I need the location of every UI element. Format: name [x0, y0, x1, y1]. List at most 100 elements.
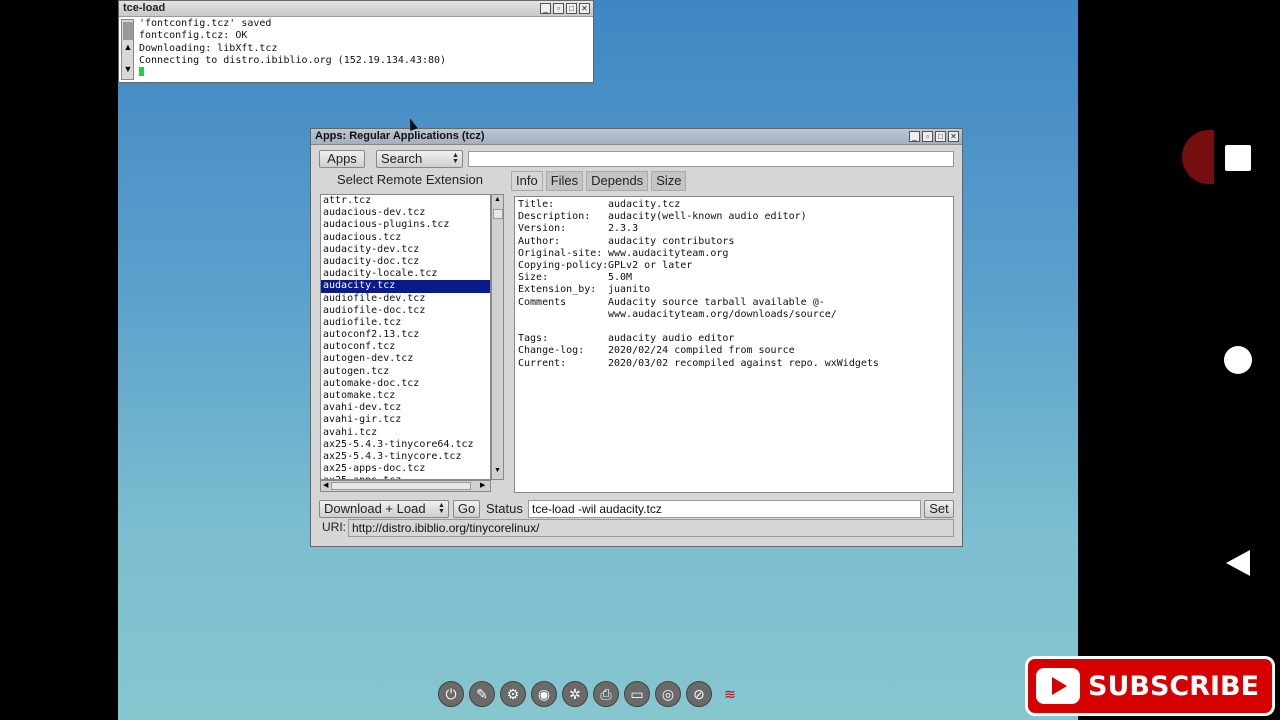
recents-icon[interactable] [1225, 145, 1251, 171]
terminal-scroll-thumb[interactable] [123, 22, 133, 40]
brush-icon[interactable]: ✎ [469, 681, 495, 707]
home-icon[interactable] [1224, 346, 1252, 374]
scroll-down-icon[interactable]: ▼ [492, 467, 503, 474]
list-heading: Select Remote Extension [337, 172, 483, 187]
info-value: juanito [608, 284, 651, 296]
apps-menu-button[interactable]: Apps [319, 150, 365, 168]
list-vertical-scrollbar[interactable]: ▲ ▼ [491, 194, 504, 480]
list-item[interactable]: audacious-plugins.tcz [321, 219, 490, 231]
list-item[interactable]: autoconf.tcz [321, 341, 490, 353]
terminal-icon[interactable]: ▭ [624, 681, 650, 707]
info-key: Tags: [518, 333, 549, 345]
scroll-down-icon[interactable]: ▼ [123, 64, 133, 74]
apps-icon[interactable]: ◉ [531, 681, 557, 707]
search-mode-select[interactable]: Search ▲ ▼ [376, 150, 463, 168]
list-item[interactable]: audacious-dev.tcz [321, 207, 490, 219]
list-item[interactable]: audacity-doc.tcz [321, 256, 490, 268]
info-row: Author: audacity contributors [518, 236, 734, 248]
terminal-titlebar[interactable]: tce-load _ ▫ □ ✕ [119, 1, 593, 17]
list-scroll-thumb[interactable] [493, 209, 503, 219]
apps-window-title: Apps: Regular Applications (tcz) [315, 130, 485, 142]
set-button[interactable]: Set [924, 500, 954, 518]
go-button[interactable]: Go [453, 500, 480, 518]
info-row: Size: 5.0M [518, 272, 632, 284]
list-item[interactable]: avahi-gir.tcz [321, 414, 490, 426]
search-input[interactable] [468, 151, 954, 167]
info-row: Original-site: www.audacityteam.org [518, 248, 728, 260]
list-item[interactable]: avahi.tcz [321, 427, 490, 439]
control-panel-icon[interactable]: ⚙ [500, 681, 526, 707]
terminal-line: 'fontconfig.tcz' saved [139, 18, 272, 29]
apps-titlebar[interactable]: Apps: Regular Applications (tcz) _ ▫ □ ✕ [311, 129, 962, 145]
terminal-scrollbar[interactable]: ▲ ▼ [121, 19, 134, 80]
mount-icon[interactable]: ⊘ [686, 681, 712, 707]
list-item[interactable]: audacity-dev.tcz [321, 244, 490, 256]
info-row: Extension_by: juanito [518, 284, 650, 296]
info-value: Audacity source tarball available @- [608, 296, 825, 308]
list-item[interactable]: automake.tcz [321, 390, 490, 402]
maximize-icon[interactable]: □ [935, 131, 946, 142]
maximize-icon[interactable]: □ [566, 3, 577, 14]
mode-select[interactable]: Download + Load ▲ ▼ [319, 500, 449, 518]
scroll-up-icon[interactable]: ▲ [123, 42, 133, 52]
minimize-icon[interactable]: _ [909, 131, 920, 142]
tab-size[interactable]: Size [651, 171, 687, 191]
list-item[interactable]: automake-doc.tcz [321, 378, 490, 390]
run-icon[interactable]: ✲ [562, 681, 588, 707]
wbar-dock: ⏻ ✎ ⚙ ◉ ✲ ⎙ ▭ ◎ ⊘ ≋ [438, 681, 743, 713]
terminal-output[interactable]: 'fontconfig.tcz' saved fontconfig.tcz: OK… [139, 18, 446, 79]
extension-list[interactable]: attr.tcz audacious-dev.tcz audacious-plugi… [320, 194, 491, 480]
close-icon[interactable]: ✕ [948, 131, 959, 142]
ezremaster-icon[interactable]: ◎ [655, 681, 681, 707]
info-key: Title: [518, 199, 555, 210]
status-field[interactable]: tce-load -wil audacity.tcz [528, 500, 921, 518]
tab-depends[interactable]: Depends [586, 171, 649, 191]
info-key: Change-log: [518, 345, 585, 357]
list-item[interactable]: ax25-5.4.3-tinycore.tcz [321, 451, 490, 463]
terminal-window: tce-load _ ▫ □ ✕ ▲ ▼ 'fontconfig.tcz' sa… [118, 0, 594, 83]
youtube-play-icon [1036, 668, 1080, 704]
wifi-icon[interactable]: ≋ [717, 681, 743, 707]
list-item[interactable]: audacity-locale.tcz [321, 268, 490, 280]
subscribe-banner[interactable]: SUBSCRIBE [1025, 656, 1275, 716]
uri-field[interactable]: http://distro.ibiblio.org/tinycorelinux/ [348, 519, 954, 537]
list-item[interactable]: audiofile-dev.tcz [321, 293, 490, 305]
tab-files[interactable]: Files [545, 171, 584, 191]
info-value: 2020/02/24 compiled from source [608, 345, 795, 357]
info-value: audacity audio editor [608, 333, 735, 345]
list-item[interactable]: attr.tcz [321, 195, 490, 207]
printer-icon[interactable]: ⎙ [593, 681, 619, 707]
list-item[interactable]: ax25-apps-doc.tcz [321, 463, 490, 475]
list-horizontal-scrollbar[interactable]: ◀ ▶ [320, 480, 491, 492]
terminal-line: Connecting to distro.ibiblio.org (152.19… [139, 54, 447, 66]
minimize-icon[interactable]: _ [540, 3, 551, 14]
back-icon[interactable] [1226, 550, 1250, 576]
scroll-up-icon[interactable]: ▲ [492, 196, 503, 203]
list-item[interactable]: audiofile.tcz [321, 317, 490, 329]
record-indicator-icon [1182, 130, 1214, 184]
list-hscroll-thumb[interactable] [331, 482, 471, 490]
list-item[interactable]: ax25-5.4.3-tinycore64.tcz [321, 439, 490, 451]
list-item[interactable]: avahi-dev.tcz [321, 402, 490, 414]
info-panel[interactable]: Title: audacity.tcz Description: audacity(w… [514, 196, 954, 493]
restore-icon[interactable]: ▫ [922, 131, 933, 142]
list-item[interactable]: audacity.tcz [321, 280, 490, 293]
info-key: Comments [518, 296, 567, 308]
list-item[interactable]: autogen.tcz [321, 366, 490, 378]
list-item[interactable]: autogen-dev.tcz [321, 353, 490, 365]
info-key: Version: [518, 223, 567, 235]
list-item[interactable]: audacious.tcz [321, 232, 490, 244]
info-row: Change-log: 2020/02/24 compiled from sour… [518, 345, 795, 357]
scroll-right-icon[interactable]: ▶ [480, 481, 485, 491]
info-row: Version: 2.3.3 [518, 223, 638, 235]
restore-icon[interactable]: ▫ [553, 3, 564, 14]
info-value: 2.3.3 [608, 223, 639, 235]
list-item[interactable]: autoconf2.13.tcz [321, 329, 490, 341]
info-row: Title: audacity.tcz [518, 199, 680, 211]
tab-info[interactable]: Info [511, 171, 543, 191]
list-item[interactable]: audiofile-doc.tcz [321, 305, 490, 317]
power-icon[interactable]: ⏻ [438, 681, 464, 707]
close-icon[interactable]: ✕ [579, 3, 590, 14]
info-value: GPLv2 or later [608, 260, 693, 271]
scroll-left-icon[interactable]: ◀ [323, 481, 328, 491]
